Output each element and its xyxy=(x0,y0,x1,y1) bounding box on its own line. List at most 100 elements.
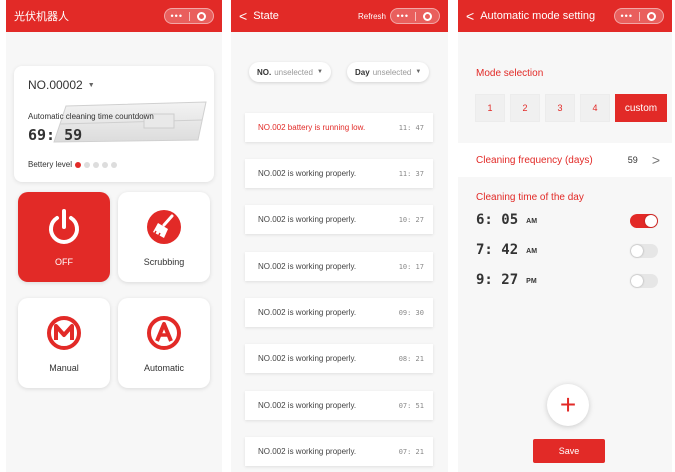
cleaning-time-row[interactable]: 9: 27 PM xyxy=(476,270,658,290)
log-time: 11: 47 xyxy=(398,123,424,132)
caret-down-icon: ▼ xyxy=(415,69,422,75)
mode-options: 1 2 3 4 custom xyxy=(475,94,672,122)
close-circle-icon[interactable] xyxy=(416,11,440,21)
mini-program-capsule[interactable]: ••• xyxy=(164,8,214,24)
log-item[interactable]: NO.002 is working properly. 08: 21 xyxy=(245,344,433,373)
mode-selection-heading: Mode selection xyxy=(476,68,544,79)
state-screen: < State Refresh ••• NO. unselected ▼ Day… xyxy=(231,0,448,472)
cleaning-frequency-row[interactable]: Cleaning frequency (days) 59 > xyxy=(458,143,672,177)
log-time: 10: 27 xyxy=(398,215,424,224)
mode-option-1[interactable]: 1 xyxy=(475,94,505,122)
automatic-mode-screen: < Automatic mode setting ••• Mode select… xyxy=(458,0,672,472)
cleaning-time-heading: Cleaning time of the day xyxy=(476,192,584,203)
cleaning-time-row[interactable]: 7: 42 AM xyxy=(476,240,658,260)
log-time: 07: 21 xyxy=(398,447,424,456)
device-id: NO.00002 xyxy=(28,78,83,92)
mode-option-3[interactable]: 3 xyxy=(545,94,575,122)
log-message: NO.002 is working properly. xyxy=(258,308,357,317)
home-header: 光伏机器人 ••• xyxy=(6,0,222,32)
off-label: OFF xyxy=(55,257,73,267)
log-message: NO.002 is working properly. xyxy=(258,262,357,271)
save-button[interactable]: Save xyxy=(533,439,605,463)
time-value: 7: 42 xyxy=(476,242,519,258)
time-ampm: PM xyxy=(526,278,537,285)
close-circle-icon[interactable] xyxy=(190,11,214,21)
countdown-label: Automatic cleaning time countdown xyxy=(28,112,154,121)
automatic-button[interactable]: Automatic xyxy=(118,298,210,388)
log-item[interactable]: NO.002 is working properly. 10: 27 xyxy=(245,205,433,234)
chevron-right-icon: > xyxy=(651,152,660,168)
time-toggle[interactable] xyxy=(630,244,658,258)
time-value: 6: 05 xyxy=(476,212,519,228)
mode-option-custom[interactable]: custom xyxy=(615,94,667,122)
auto-title: Automatic mode setting xyxy=(480,10,596,22)
log-message: NO.002 is working properly. xyxy=(258,215,357,224)
home-screen: 光伏机器人 ••• NO.00002 ▼ Automatic cleaning t… xyxy=(6,0,222,472)
broom-icon xyxy=(147,210,181,244)
manual-m-icon xyxy=(47,316,81,350)
time-ampm: AM xyxy=(526,218,538,225)
time-value: 9: 27 xyxy=(476,272,519,288)
caret-down-icon: ▼ xyxy=(316,69,323,75)
caret-down-icon: ▼ xyxy=(87,82,95,90)
mode-option-2[interactable]: 2 xyxy=(510,94,540,122)
log-time: 08: 21 xyxy=(398,354,424,363)
device-selector[interactable]: NO.00002 ▼ xyxy=(28,78,95,92)
cleaning-time-row[interactable]: 6: 05 AM xyxy=(476,210,658,230)
countdown-time: 69: 59 xyxy=(28,126,83,144)
log-item[interactable]: NO.002 battery is running low. 11: 47 xyxy=(245,113,433,142)
scrubbing-label: Scrubbing xyxy=(143,257,185,267)
off-button[interactable]: OFF xyxy=(18,192,110,282)
refresh-button[interactable]: Refresh xyxy=(358,12,386,21)
log-message: NO.002 is working properly. xyxy=(258,354,357,363)
manual-label: Manual xyxy=(49,363,79,373)
log-time: 09: 30 xyxy=(398,308,424,317)
filter-no-label: NO. xyxy=(257,67,272,77)
time-ampm: AM xyxy=(526,248,538,255)
filter-no-select[interactable]: NO. unselected ▼ xyxy=(249,62,331,82)
battery-dot xyxy=(102,161,109,168)
filter-day-label: Day xyxy=(355,67,370,77)
filter-day-value: unselected xyxy=(372,67,412,77)
automatic-label: Automatic xyxy=(143,363,185,373)
close-circle-icon[interactable] xyxy=(640,11,664,21)
log-item[interactable]: NO.002 is working properly. 11: 37 xyxy=(245,159,433,188)
log-time: 10: 17 xyxy=(398,262,424,271)
log-item[interactable]: NO.002 is working properly. 09: 30 xyxy=(245,298,433,327)
log-item[interactable]: NO.002 is working properly. 07: 51 xyxy=(245,391,433,420)
battery-level: Bettery level xyxy=(28,160,118,169)
filter-no-value: unselected xyxy=(274,67,313,77)
log-message: NO.002 battery is running low. xyxy=(258,123,366,132)
time-toggle[interactable] xyxy=(630,214,658,228)
mode-option-4[interactable]: 4 xyxy=(580,94,610,122)
battery-dot xyxy=(84,161,91,168)
more-icon[interactable]: ••• xyxy=(165,9,189,23)
battery-dot xyxy=(111,161,118,168)
device-card: NO.00002 ▼ Automatic cleaning time countd… xyxy=(14,66,214,182)
power-icon xyxy=(49,209,79,244)
more-icon[interactable]: ••• xyxy=(615,9,639,23)
mini-program-capsule[interactable]: ••• xyxy=(390,8,440,24)
battery-dot xyxy=(75,161,82,168)
time-toggle[interactable] xyxy=(630,274,658,288)
back-chevron-icon[interactable]: < xyxy=(466,9,474,23)
manual-button[interactable]: Manual xyxy=(18,298,110,388)
log-message: NO.002 is working properly. xyxy=(258,401,357,410)
frequency-value: 59 xyxy=(627,155,638,165)
more-icon[interactable]: ••• xyxy=(391,9,415,23)
add-time-button[interactable]: + xyxy=(547,384,589,426)
auto-header: < Automatic mode setting ••• xyxy=(458,0,672,32)
filter-day-select[interactable]: Day unselected ▼ xyxy=(347,62,430,82)
scrubbing-button[interactable]: Scrubbing xyxy=(118,192,210,282)
state-header: < State Refresh ••• xyxy=(231,0,448,32)
back-chevron-icon[interactable]: < xyxy=(239,9,247,23)
automatic-a-icon xyxy=(147,316,181,350)
log-message: NO.002 is working properly. xyxy=(258,169,357,178)
state-title: State xyxy=(253,10,279,22)
log-item[interactable]: NO.002 is working properly. 10: 17 xyxy=(245,252,433,281)
home-title: 光伏机器人 xyxy=(14,11,69,23)
filter-bar: NO. unselected ▼ Day unselected ▼ xyxy=(231,62,448,82)
mini-program-capsule[interactable]: ••• xyxy=(614,8,664,24)
log-time: 07: 51 xyxy=(398,401,424,410)
log-item[interactable]: NO.002 is working properly. 07: 21 xyxy=(245,437,433,466)
